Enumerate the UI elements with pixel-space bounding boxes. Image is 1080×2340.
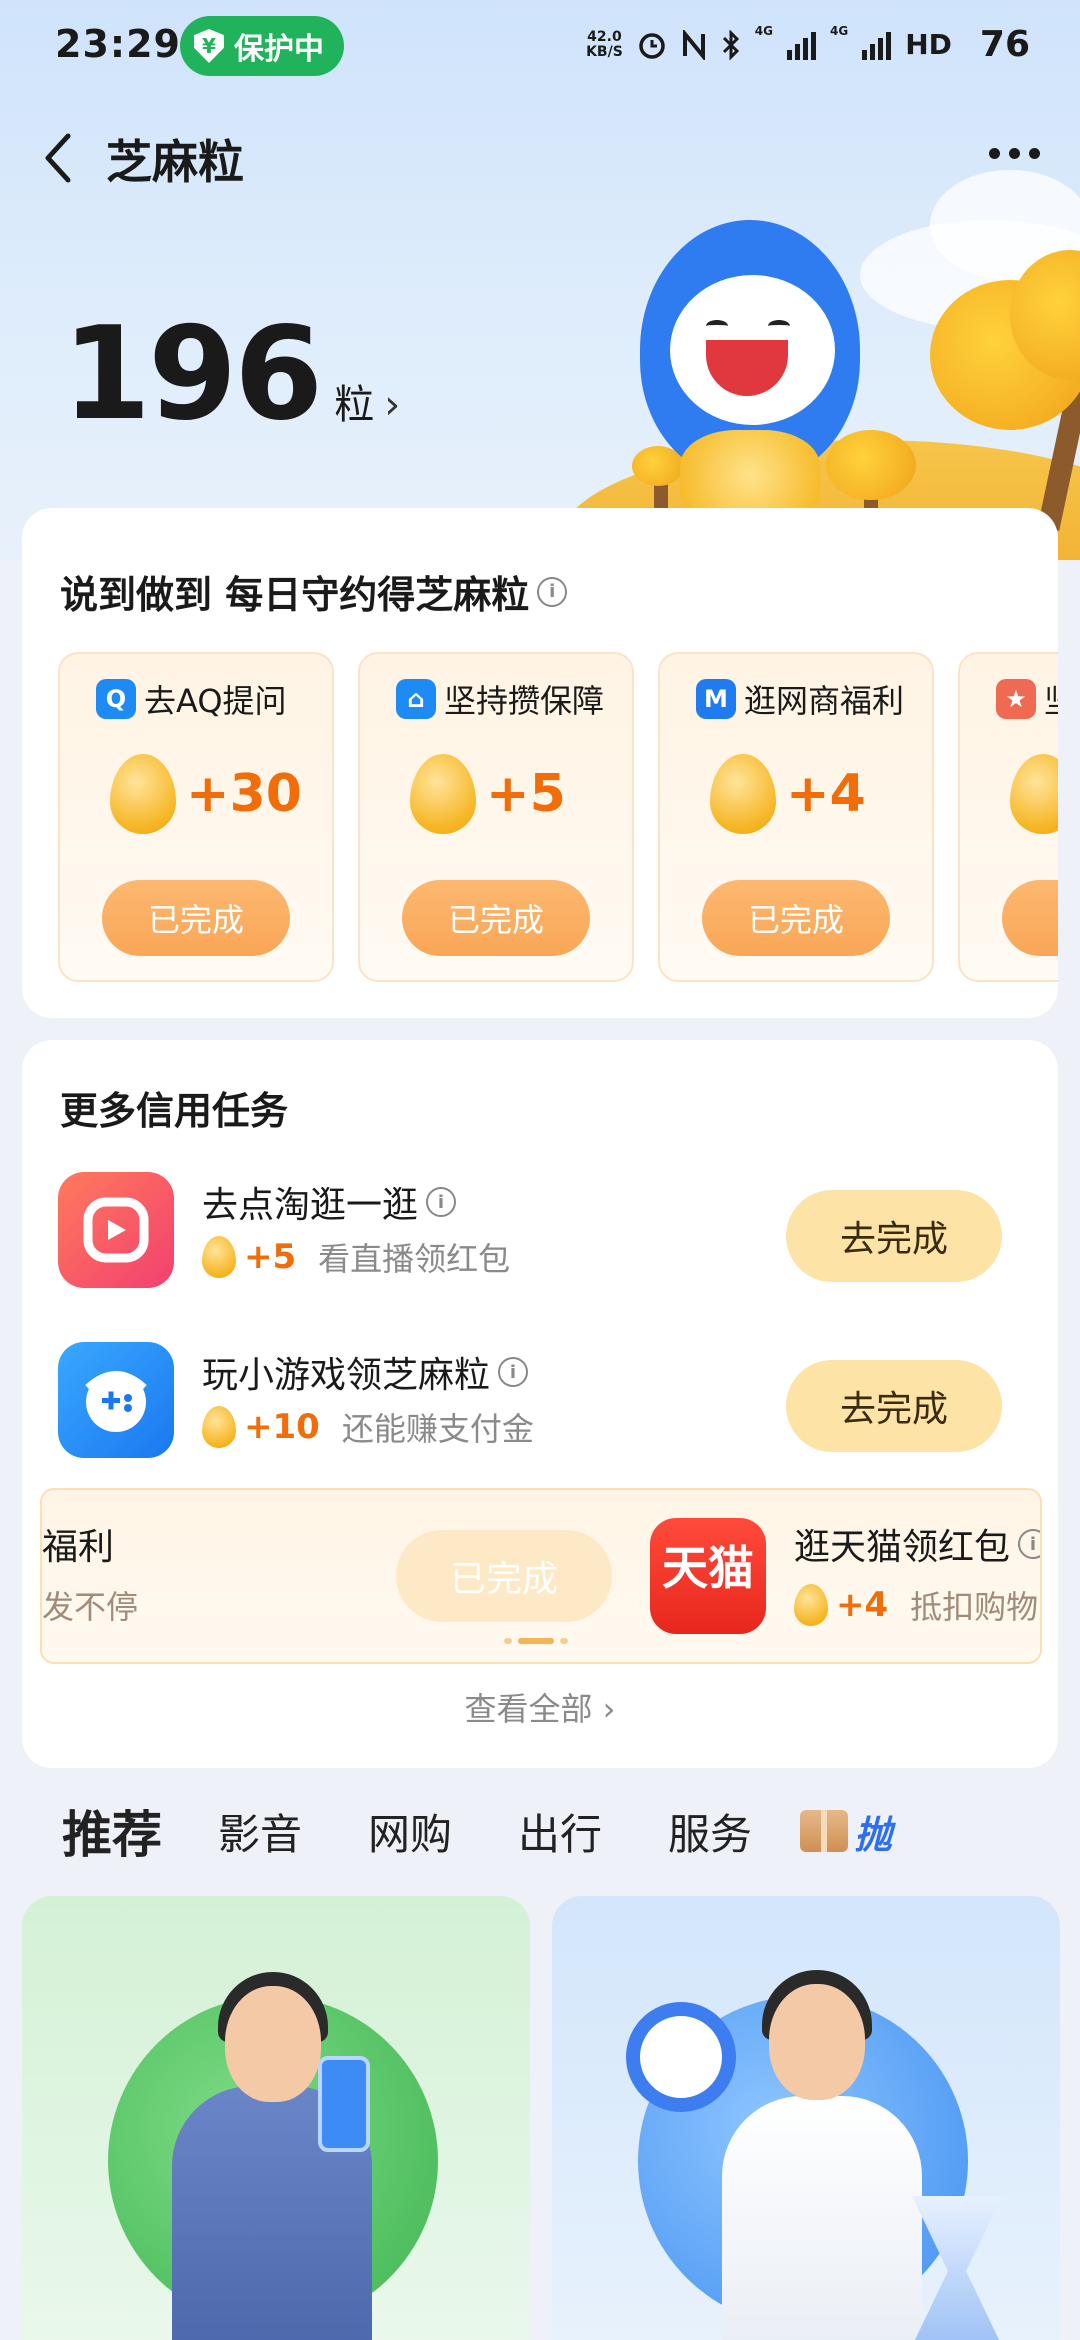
go-complete-button[interactable]: 去完成 xyxy=(786,1190,1002,1282)
tab-recommend[interactable]: 推荐 xyxy=(62,1795,162,1867)
completed-button[interactable]: 已完成 xyxy=(102,880,290,956)
daily-task-item[interactable]: M 逛网商福利 +4 已完成 xyxy=(658,652,934,982)
sesame-seed-icon xyxy=(1010,754,1058,834)
sesame-seed-icon xyxy=(794,1584,828,1626)
task-description: 抵扣购物费 xyxy=(910,1588,1040,1626)
tmall-icon: 天猫 xyxy=(650,1518,766,1634)
signal-icon xyxy=(862,30,892,60)
task-row[interactable]: 去点淘逛一逛 i +5 看直播领红包 去完成 xyxy=(58,1172,1022,1292)
category-tabs: 推荐 影音 网购 出行 服务 抛 xyxy=(62,1796,892,1866)
battery-level: 76 xyxy=(979,24,1030,65)
daily-task-label: 逛网商福利 xyxy=(744,682,905,720)
daily-task-label: 坚持攒保障 xyxy=(444,682,605,720)
task-description: 发不停 xyxy=(42,1588,139,1626)
more-options-icon[interactable] xyxy=(989,148,1040,159)
tab-promo[interactable]: 抛 xyxy=(800,1804,892,1859)
signal-icon xyxy=(787,30,816,60)
phone-illustration xyxy=(318,2056,370,2152)
task-description: 看直播领红包 xyxy=(318,1240,511,1278)
network-type-label: 4G xyxy=(830,24,849,38)
status-time: 23:29 xyxy=(55,22,181,66)
more-tasks-title: 更多信用任务 xyxy=(60,1089,289,1133)
mybank-app-icon: M xyxy=(696,679,736,719)
page-title: 芝麻粒 xyxy=(106,135,244,189)
sesame-seed-icon xyxy=(202,1236,236,1278)
tree-app-icon: ★ xyxy=(996,679,1036,719)
back-arrow-icon[interactable] xyxy=(38,130,82,186)
completed-button[interactable]: 已完成 xyxy=(396,1530,612,1622)
points-balance[interactable]: 196 粒 › xyxy=(62,300,400,449)
reward-amount: +5 xyxy=(486,764,566,824)
sesame-seed-icon xyxy=(110,754,176,834)
aq-app-icon: Q xyxy=(96,679,136,719)
daily-task-label: 坚 xyxy=(1044,676,1058,722)
hd-label: HD xyxy=(905,28,952,61)
completed-button[interactable]: 已完成 xyxy=(702,880,890,956)
tab-shopping[interactable]: 网购 xyxy=(368,1801,452,1862)
daily-task-item[interactable]: ⌂ 坚持攒保障 +5 已完成 xyxy=(358,652,634,982)
promo-label: 抛 xyxy=(854,1812,893,1857)
points-value: 196 xyxy=(62,300,323,449)
game-controller-icon xyxy=(58,1342,174,1458)
go-complete-button[interactable]: 去完成 xyxy=(786,1360,1002,1452)
clock-illustration xyxy=(626,2002,736,2112)
recommend-card[interactable] xyxy=(22,1896,530,2340)
protection-badge[interactable]: ¥ 保护中 xyxy=(180,16,344,76)
daily-tasks-card: 说到做到 每日守约得芝麻粒 i Q 去AQ提问 +30 已完成 ⌂ 坚持攒保障 … xyxy=(22,508,1058,1018)
insurance-app-icon: ⌂ xyxy=(396,679,436,719)
sesame-seed-icon xyxy=(410,754,476,834)
network-type-label: 4G xyxy=(754,24,773,38)
task-reward-amount: +5 xyxy=(244,1237,297,1277)
status-bar: 23:29 ¥ 保护中 42.0 KB/S 4G 4G HD 76 xyxy=(0,0,1080,92)
reward-amount: +4 xyxy=(786,764,866,824)
completed-button[interactable]: 已完成 xyxy=(402,880,590,956)
task-reward-amount: +10 xyxy=(244,1407,320,1447)
task-name: 玩小游戏领芝麻粒 xyxy=(202,1355,491,1396)
tab-travel[interactable]: 出行 xyxy=(518,1801,602,1862)
daily-task-item[interactable]: ★ 坚 已 xyxy=(958,652,1058,982)
tab-media[interactable]: 影音 xyxy=(218,1801,302,1862)
task-description: 还能赚支付金 xyxy=(341,1410,534,1448)
nfc-icon xyxy=(682,29,705,60)
tab-services[interactable]: 服务 xyxy=(668,1801,752,1862)
task-name: 福利 xyxy=(42,1527,115,1568)
task-reward-amount: +4 xyxy=(836,1585,889,1625)
daily-tasks-list: Q 去AQ提问 +30 已完成 ⌂ 坚持攒保障 +5 已完成 M 逛网商福利 +… xyxy=(58,652,1058,982)
shield-icon: ¥ xyxy=(194,29,224,63)
daily-task-item[interactable]: Q 去AQ提问 +30 已完成 xyxy=(58,652,334,982)
view-all-link[interactable]: 查看全部 › xyxy=(22,1684,1058,1730)
daily-task-label: 去AQ提问 xyxy=(144,682,287,720)
person-head xyxy=(225,1986,321,2102)
recommend-card[interactable] xyxy=(552,1896,1060,2340)
mascot-illustration xyxy=(640,220,860,520)
task-name: 逛天猫领红包 xyxy=(794,1527,1011,1568)
completed-button[interactable]: 已 xyxy=(1002,880,1058,956)
task-row[interactable]: 玩小游戏领芝麻粒 i +10 还能赚支付金 去完成 xyxy=(58,1342,1022,1462)
protection-label: 保护中 xyxy=(234,32,324,67)
network-speed: 42.0 KB/S xyxy=(586,28,623,60)
package-icon xyxy=(800,1810,849,1852)
info-icon[interactable]: i xyxy=(1018,1529,1040,1559)
points-unit: 粒 xyxy=(334,382,375,428)
more-credit-tasks-card: 更多信用任务 去点淘逛一逛 i +5 看直播领红包 去完成 玩小游戏领芝麻粒 i… xyxy=(22,1040,1058,1768)
chevron-right-icon: › xyxy=(384,382,401,428)
alarm-icon xyxy=(639,32,665,59)
person-illustration xyxy=(722,2096,922,2340)
sesame-seed-icon xyxy=(202,1406,236,1448)
diantao-icon xyxy=(58,1172,174,1288)
daily-tasks-title: 说到做到 每日守约得芝麻粒 i xyxy=(60,564,568,619)
info-icon[interactable]: i xyxy=(537,576,568,607)
reward-amount: +30 xyxy=(186,764,302,824)
task-name: 去点淘逛一逛 xyxy=(202,1185,419,1226)
task-carousel[interactable]: 福利 发不停 已完成 天猫 逛天猫领红包 i +4 抵扣购物费 xyxy=(40,1488,1042,1664)
carousel-pagination xyxy=(504,1638,568,1644)
sesame-seed-icon xyxy=(710,754,776,834)
bluetooth-icon xyxy=(722,29,739,60)
status-icons: 42.0 KB/S 4G 4G HD 76 xyxy=(586,24,1030,65)
info-icon[interactable]: i xyxy=(426,1187,457,1217)
person-head xyxy=(769,1984,865,2100)
info-icon[interactable]: i xyxy=(498,1357,529,1387)
